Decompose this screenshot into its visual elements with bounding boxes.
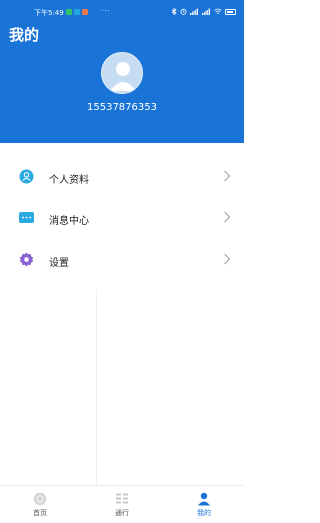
menu-item-label: 设置: [49, 258, 69, 269]
bottom-navigation: 首页 通行 我的: [0, 485, 244, 523]
app-notification-icon: [82, 9, 88, 15]
more-notifications-icon: ···: [101, 7, 111, 15]
divider: [96, 290, 97, 485]
wifi-icon: [214, 8, 222, 14]
menu-item-profile[interactable]: 个人资料: [0, 157, 244, 197]
chevron-right-icon: [224, 170, 231, 182]
menu-item-label: 个人资料: [49, 175, 89, 186]
pass-icon: [116, 493, 128, 504]
settings-icon: [19, 252, 34, 267]
battery-icon: [225, 8, 236, 15]
notification-icons: [66, 9, 88, 15]
signal-icon: [202, 8, 210, 15]
page-title: 我的: [9, 26, 40, 44]
user-icon: [19, 169, 34, 184]
tab-home[interactable]: 首页: [0, 486, 80, 523]
home-icon: [33, 492, 47, 506]
signal-icon: [190, 8, 198, 15]
status-time: 下午5:49: [34, 9, 64, 17]
profile-header: 下午5:49 ··· 我的 15537876353: [0, 0, 244, 143]
message-icon: [19, 212, 34, 223]
default-avatar-icon: [102, 53, 142, 93]
menu-item-messages[interactable]: 消息中心: [0, 198, 244, 238]
tab-label: 我的: [197, 509, 211, 517]
tab-label: 通行: [115, 509, 129, 517]
menu-item-label: 消息中心: [49, 216, 89, 227]
tab-profile[interactable]: 我的: [164, 486, 244, 523]
menu-item-settings[interactable]: 设置: [0, 240, 244, 280]
tab-label: 首页: [33, 509, 47, 517]
app-notification-icon: [66, 9, 72, 15]
alarm-icon: [180, 8, 187, 15]
bluetooth-icon: [171, 8, 177, 15]
profile-icon: [198, 492, 210, 506]
status-bar: 下午5:49 ···: [0, 5, 244, 19]
tab-pass[interactable]: 通行: [82, 486, 162, 523]
chevron-right-icon: [224, 253, 231, 265]
system-status-icons: [171, 8, 236, 15]
app-notification-icon: [74, 9, 80, 15]
avatar[interactable]: [101, 52, 143, 94]
user-phone-number: 15537876353: [87, 102, 157, 113]
chevron-right-icon: [224, 211, 231, 223]
